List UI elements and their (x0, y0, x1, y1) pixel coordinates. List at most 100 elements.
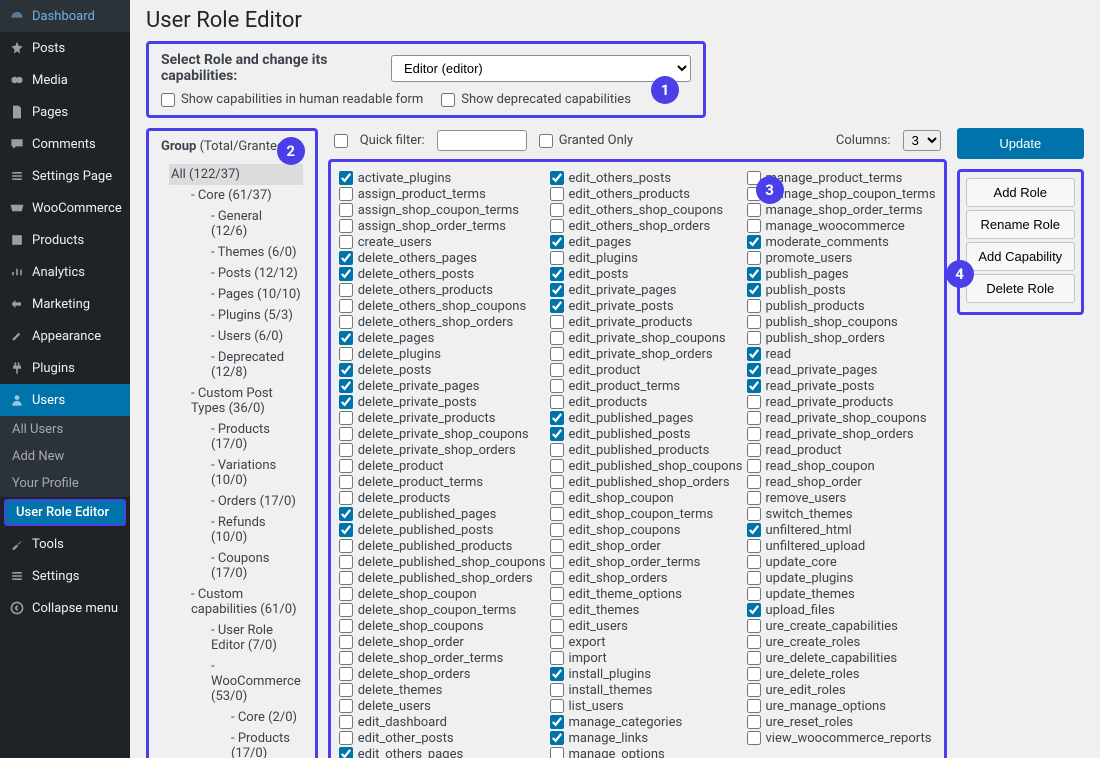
capability-delete_product[interactable]: delete_product (339, 458, 546, 474)
capability-delete_shop_order_terms[interactable]: delete_shop_order_terms (339, 650, 546, 666)
group-tree-item[interactable]: - Products (17/0) (229, 728, 303, 758)
capability-assign_shop_coupon_terms[interactable]: assign_shop_coupon_terms (339, 202, 546, 218)
capability-checkbox[interactable] (550, 251, 564, 265)
capability-checkbox[interactable] (747, 219, 761, 233)
capability-switch_themes[interactable]: switch_themes (747, 506, 936, 522)
capability-activate_plugins[interactable]: activate_plugins (339, 170, 546, 186)
capability-checkbox[interactable] (550, 395, 564, 409)
sidebar-item-settings[interactable]: Settings (0, 560, 130, 592)
group-tree-item[interactable]: - User Role Editor (7/0) (209, 620, 303, 656)
capability-checkbox[interactable] (339, 251, 353, 265)
capability-read_shop_order[interactable]: read_shop_order (747, 474, 936, 490)
capability-delete_others_shop_coupons[interactable]: delete_others_shop_coupons (339, 298, 546, 314)
granted-only-label[interactable]: Granted Only (539, 133, 633, 148)
group-tree-item[interactable]: - Coupons (17/0) (209, 548, 303, 584)
capability-edit_dashboard[interactable]: edit_dashboard (339, 714, 546, 730)
capability-checkbox[interactable] (339, 315, 353, 329)
capability-checkbox[interactable] (550, 619, 564, 633)
sidebar-item-pages[interactable]: Pages (0, 96, 130, 128)
capability-checkbox[interactable] (747, 475, 761, 489)
sidebar-item-marketing[interactable]: Marketing (0, 288, 130, 320)
capability-checkbox[interactable] (747, 283, 761, 297)
capability-checkbox[interactable] (550, 699, 564, 713)
capability-checkbox[interactable] (747, 267, 761, 281)
capability-checkbox[interactable] (747, 715, 761, 729)
capability-edit_published_pages[interactable]: edit_published_pages (550, 410, 743, 426)
capability-edit_shop_coupon[interactable]: edit_shop_coupon (550, 490, 743, 506)
capability-edit_themes[interactable]: edit_themes (550, 602, 743, 618)
capability-delete_published_pages[interactable]: delete_published_pages (339, 506, 546, 522)
capability-delete_users[interactable]: delete_users (339, 698, 546, 714)
capability-delete_published_products[interactable]: delete_published_products (339, 538, 546, 554)
capability-checkbox[interactable] (550, 507, 564, 521)
capability-checkbox[interactable] (747, 683, 761, 697)
capability-delete_others_pages[interactable]: delete_others_pages (339, 250, 546, 266)
capability-edit_private_products[interactable]: edit_private_products (550, 314, 743, 330)
capability-edit_users[interactable]: edit_users (550, 618, 743, 634)
add-capability-button[interactable]: Add Capability (966, 242, 1075, 271)
select-all-checkbox[interactable] (334, 134, 348, 148)
capability-checkbox[interactable] (550, 443, 564, 457)
capability-checkbox[interactable] (339, 283, 353, 297)
capability-publish_shop_coupons[interactable]: publish_shop_coupons (747, 314, 936, 330)
capability-checkbox[interactable] (550, 219, 564, 233)
capability-checkbox[interactable] (550, 635, 564, 649)
capability-delete_shop_orders[interactable]: delete_shop_orders (339, 666, 546, 682)
capability-checkbox[interactable] (550, 571, 564, 585)
group-tree-item[interactable]: - Themes (6/0) (209, 242, 303, 263)
capability-checkbox[interactable] (339, 443, 353, 457)
capability-assign_shop_order_terms[interactable]: assign_shop_order_terms (339, 218, 546, 234)
sidebar-sub-add-new[interactable]: Add New (0, 443, 130, 470)
capability-delete_private_pages[interactable]: delete_private_pages (339, 378, 546, 394)
capability-checkbox[interactable] (550, 427, 564, 441)
capability-checkbox[interactable] (747, 411, 761, 425)
capability-install_plugins[interactable]: install_plugins (550, 666, 743, 682)
add-role-button[interactable]: Add Role (966, 178, 1075, 207)
capability-checkbox[interactable] (339, 299, 353, 313)
group-tree-item[interactable]: - Core (61/37) (189, 185, 303, 206)
capability-delete_shop_order[interactable]: delete_shop_order (339, 634, 546, 650)
capability-list_users[interactable]: list_users (550, 698, 743, 714)
capability-manage_categories[interactable]: manage_categories (550, 714, 743, 730)
capability-checkbox[interactable] (339, 219, 353, 233)
sidebar-item-plugins[interactable]: Plugins (0, 352, 130, 384)
capability-delete_shop_coupon[interactable]: delete_shop_coupon (339, 586, 546, 602)
capability-checkbox[interactable] (339, 363, 353, 377)
capability-assign_product_terms[interactable]: assign_product_terms (339, 186, 546, 202)
capability-install_themes[interactable]: install_themes (550, 682, 743, 698)
capability-checkbox[interactable] (550, 475, 564, 489)
capability-ure_create_roles[interactable]: ure_create_roles (747, 634, 936, 650)
capability-view_woocommerce_reports[interactable]: view_woocommerce_reports (747, 730, 936, 746)
capability-checkbox[interactable] (339, 475, 353, 489)
capability-checkbox[interactable] (747, 363, 761, 377)
capability-read_private_posts[interactable]: read_private_posts (747, 378, 936, 394)
capability-checkbox[interactable] (339, 187, 353, 201)
capability-checkbox[interactable] (747, 379, 761, 393)
group-tree-item[interactable]: - Orders (17/0) (209, 491, 303, 512)
capability-create_users[interactable]: create_users (339, 234, 546, 250)
capability-edit_published_shop_orders[interactable]: edit_published_shop_orders (550, 474, 743, 490)
capability-delete_published_shop_coupons[interactable]: delete_published_shop_coupons (339, 554, 546, 570)
capability-checkbox[interactable] (550, 283, 564, 297)
capability-checkbox[interactable] (550, 411, 564, 425)
capability-edit_others_shop_coupons[interactable]: edit_others_shop_coupons (550, 202, 743, 218)
capability-edit_shop_order[interactable]: edit_shop_order (550, 538, 743, 554)
capability-import[interactable]: import (550, 650, 743, 666)
capability-edit_private_pages[interactable]: edit_private_pages (550, 282, 743, 298)
capability-checkbox[interactable] (339, 715, 353, 729)
group-tree-item[interactable]: - Custom Post Types (36/0) (189, 383, 303, 419)
capability-checkbox[interactable] (550, 299, 564, 313)
capability-checkbox[interactable] (550, 363, 564, 377)
group-tree-item[interactable]: - Core (2/0) (229, 707, 303, 728)
capability-checkbox[interactable] (339, 523, 353, 537)
capability-checkbox[interactable] (550, 315, 564, 329)
sidebar-sub-all-users[interactable]: All Users (0, 416, 130, 443)
capability-checkbox[interactable] (747, 427, 761, 441)
capability-checkbox[interactable] (747, 443, 761, 457)
capability-checkbox[interactable] (550, 683, 564, 697)
capability-checkbox[interactable] (747, 347, 761, 361)
capability-ure_manage_options[interactable]: ure_manage_options (747, 698, 936, 714)
capability-checkbox[interactable] (550, 539, 564, 553)
capability-checkbox[interactable] (747, 491, 761, 505)
capability-edit_published_posts[interactable]: edit_published_posts (550, 426, 743, 442)
